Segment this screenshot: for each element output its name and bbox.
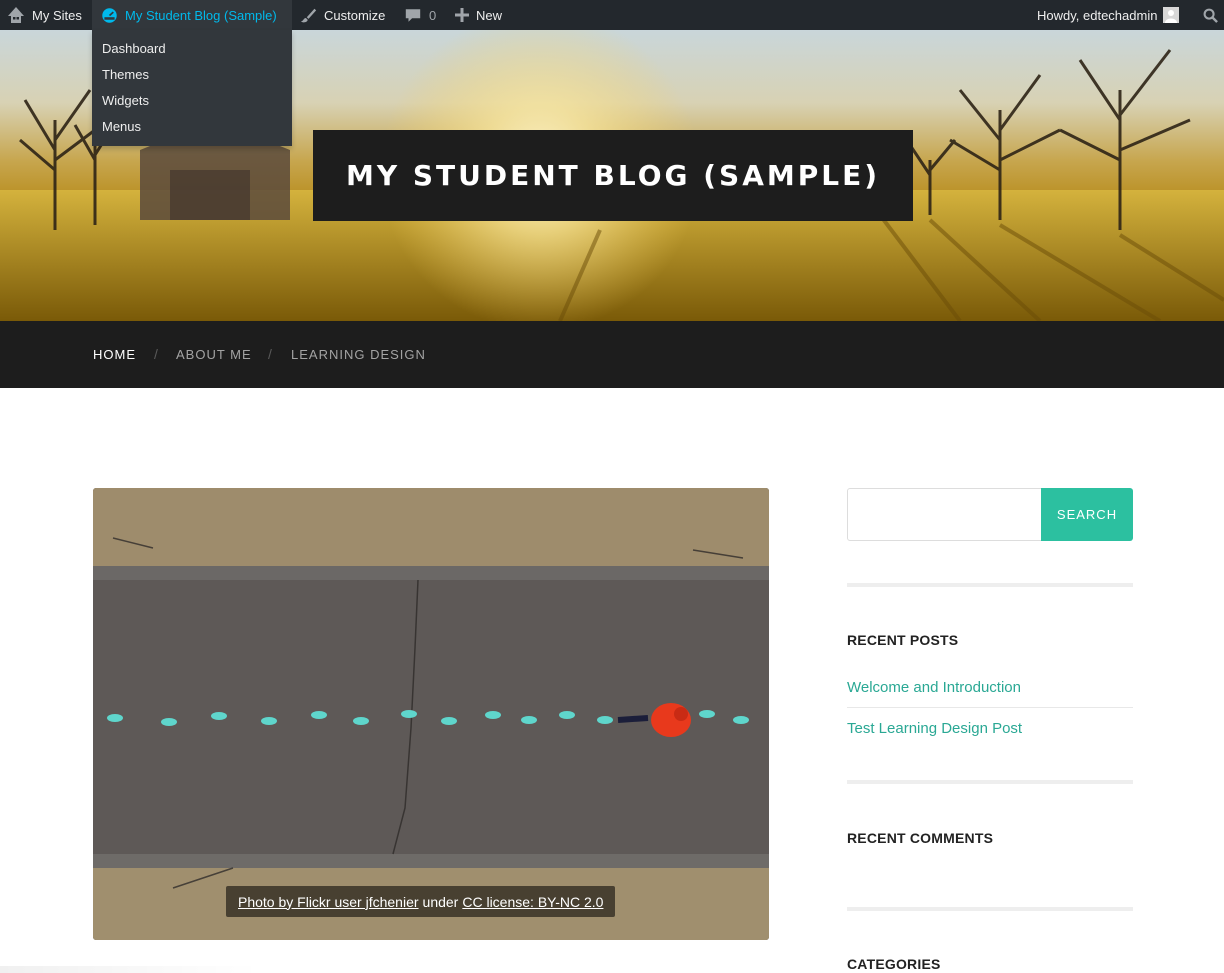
dashboard-icon	[101, 7, 118, 24]
plus-icon	[455, 8, 469, 22]
admin-search-button[interactable]	[1203, 0, 1218, 30]
dropdown-item-dashboard[interactable]: Dashboard	[92, 36, 292, 62]
dropdown-item-widgets[interactable]: Widgets	[92, 88, 292, 114]
comment-bubble-icon	[404, 7, 422, 24]
howdy-label: Howdy, edtechadmin	[1037, 7, 1158, 23]
widget-divider	[847, 907, 1133, 911]
search-icon	[1203, 8, 1218, 23]
admin-bar: My Sites My Student Blog (Sample) Custom…	[0, 0, 1224, 30]
my-sites-icon	[7, 6, 25, 24]
recent-posts-title: RECENT POSTS	[847, 632, 959, 648]
recent-comments-title: RECENT COMMENTS	[847, 830, 994, 846]
widget-divider	[847, 780, 1133, 784]
nav-item-home[interactable]: HOME	[93, 347, 136, 362]
brush-icon	[300, 7, 317, 24]
nav-separator: /	[154, 346, 158, 362]
recent-post-link[interactable]: Welcome and Introduction	[847, 679, 1021, 696]
site-name-menu[interactable]: My Student Blog (Sample)	[92, 0, 292, 30]
featured-image: Photo by Flickr user jfchenier under CC …	[93, 488, 769, 940]
avatar	[1163, 7, 1180, 23]
comments-link[interactable]: 0	[404, 0, 436, 30]
post-separator	[847, 707, 1133, 708]
new-label: New	[476, 7, 503, 23]
dropdown-item-menus[interactable]: Menus	[92, 114, 292, 140]
my-sites-label: My Sites	[32, 7, 82, 23]
bottom-edge-shadow	[0, 966, 260, 973]
nav-separator: /	[268, 346, 272, 362]
customize-link[interactable]: Customize	[300, 0, 385, 30]
caption-under-text: under	[422, 893, 459, 910]
road-aerial-illustration	[93, 488, 769, 940]
new-content-menu[interactable]: New	[455, 0, 502, 30]
site-title[interactable]: MY STUDENT BLOG (SAMPLE)	[313, 130, 913, 221]
site-name-dropdown: Dashboard Themes Widgets Menus	[92, 30, 292, 146]
primary-nav: HOME / ABOUT ME / LEARNING DESIGN	[0, 321, 1224, 388]
account-menu[interactable]: Howdy, edtechadmin	[1037, 0, 1180, 30]
search-input[interactable]	[847, 488, 1043, 541]
recent-post-link[interactable]: Test Learning Design Post	[847, 720, 1022, 737]
nav-item-about-me[interactable]: ABOUT ME	[176, 347, 252, 362]
customize-label: Customize	[324, 7, 386, 23]
my-sites-menu[interactable]: My Sites	[0, 0, 90, 30]
widget-divider	[847, 583, 1133, 587]
nav-item-learning-design[interactable]: LEARNING DESIGN	[291, 347, 426, 362]
dropdown-item-themes[interactable]: Themes	[92, 62, 292, 88]
photo-credit-link[interactable]: Photo by Flickr user jfchenier	[238, 894, 419, 910]
comments-count: 0	[429, 7, 437, 23]
site-name-label: My Student Blog (Sample)	[125, 7, 277, 23]
categories-title: CATEGORIES	[847, 956, 941, 972]
search-button[interactable]: Search	[1041, 488, 1133, 541]
license-link[interactable]: CC license: BY-NC 2.0	[462, 894, 603, 910]
image-caption: Photo by Flickr user jfchenier under CC …	[226, 886, 616, 917]
